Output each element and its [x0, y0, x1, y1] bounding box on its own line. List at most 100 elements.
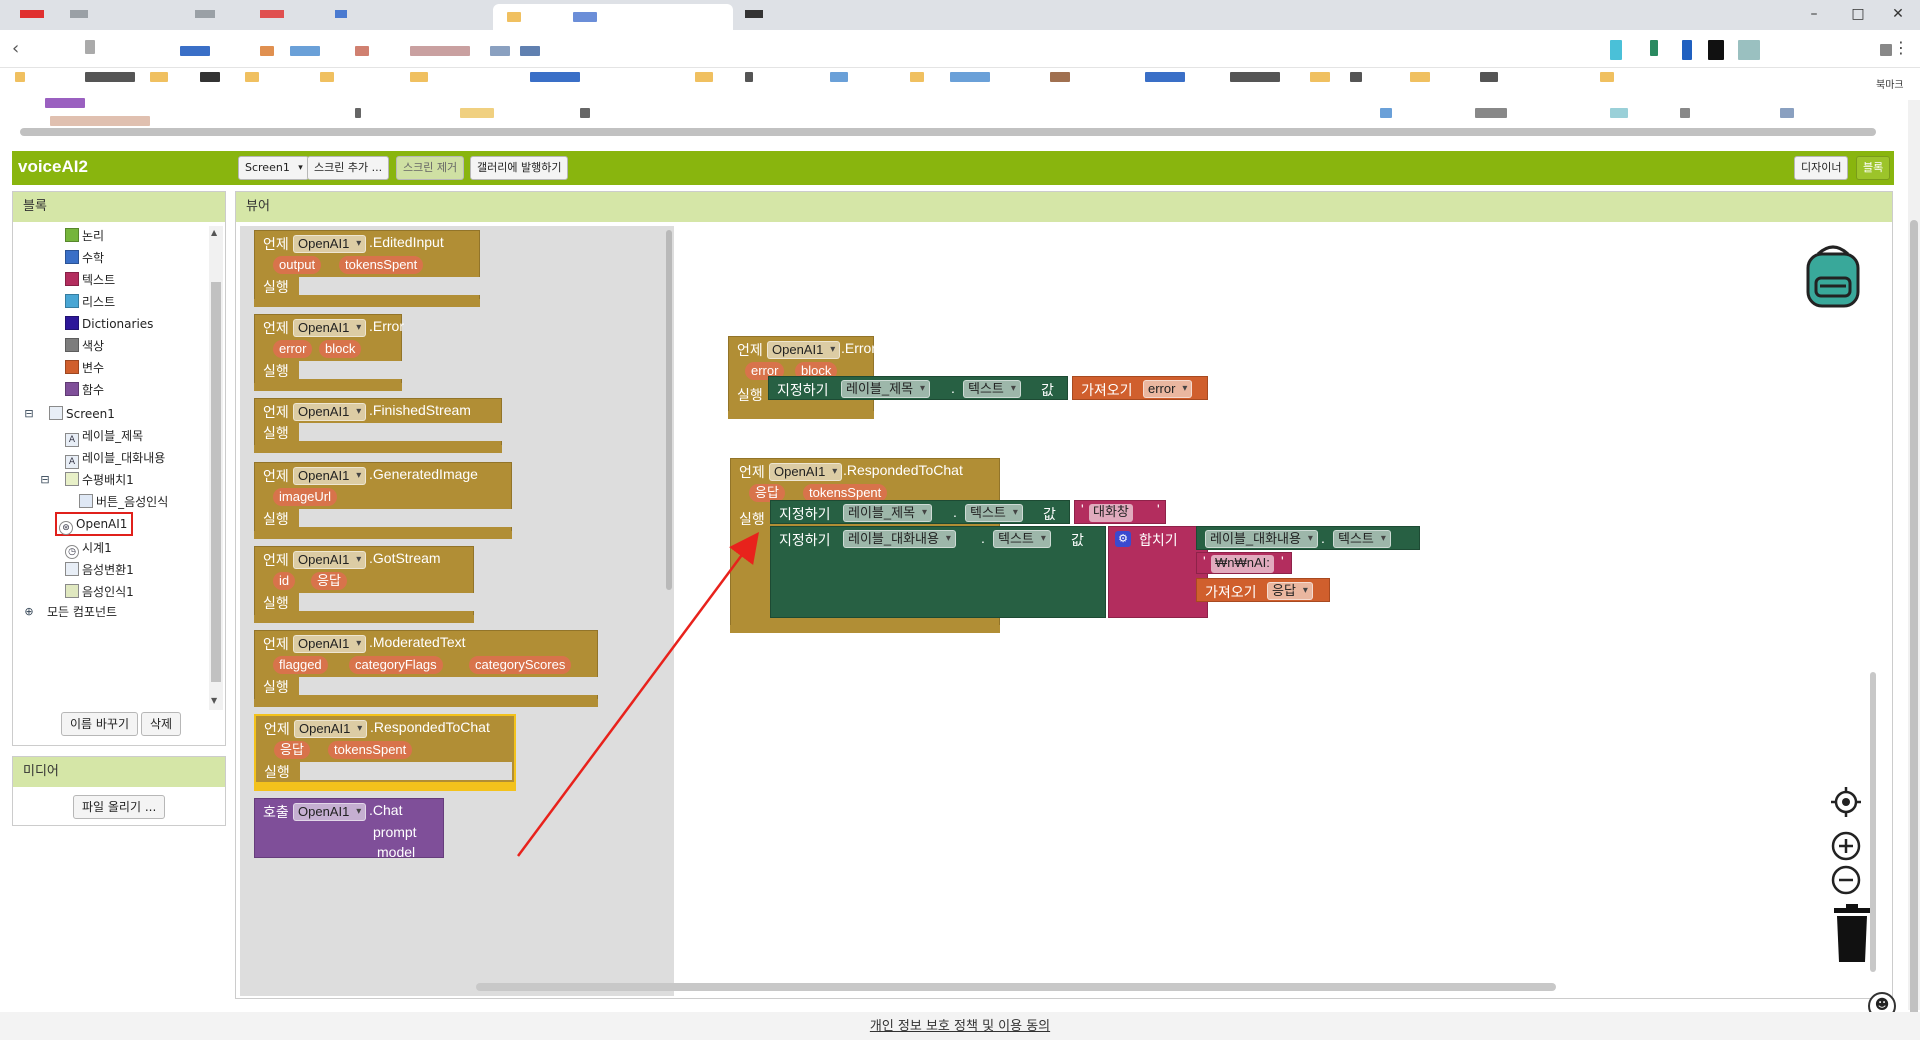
- drawer-math[interactable]: 수학: [65, 248, 104, 268]
- join-block[interactable]: ⚙ 합치기: [1108, 526, 1208, 618]
- drawer-dictionaries[interactable]: Dictionaries: [65, 314, 153, 334]
- get-error-block[interactable]: 가져오기 error: [1072, 376, 1208, 400]
- recenter-icon[interactable]: [1830, 786, 1862, 818]
- param-chip[interactable]: flagged: [273, 656, 328, 674]
- drawer-procedures[interactable]: 함수: [65, 380, 104, 400]
- component-dropdown[interactable]: OpenAI1: [293, 467, 367, 485]
- gear-icon[interactable]: ⚙: [1115, 531, 1131, 547]
- property-dropdown[interactable]: 텍스트: [1333, 530, 1391, 548]
- workspace-error-event-block[interactable]: 언제 OpenAI1 .Error error block 실행: [728, 336, 876, 412]
- tree-hbox[interactable]: 수평배치1: [65, 470, 134, 490]
- browser-active-tab[interactable]: [493, 4, 733, 30]
- browser-tab[interactable]: [195, 10, 215, 18]
- tree-clock[interactable]: ◷ 시계1: [65, 538, 112, 559]
- workspace-vertical-scrollbar[interactable]: [1870, 672, 1876, 972]
- component-dropdown[interactable]: OpenAI1: [767, 341, 841, 359]
- component-dropdown[interactable]: 레이블_제목: [843, 504, 933, 522]
- more-icon[interactable]: ⋮: [1893, 38, 1909, 57]
- param-chip[interactable]: imageUrl: [273, 488, 338, 506]
- param-chip[interactable]: output: [273, 256, 322, 274]
- tree-label-title[interactable]: A 레이블_제목: [65, 426, 143, 447]
- remove-screen-button[interactable]: 스크린 제거: [396, 156, 465, 180]
- browser-tab[interactable]: [70, 10, 88, 18]
- extension-icon[interactable]: [1610, 40, 1622, 60]
- tree-scrollbar[interactable]: ▲ ▼: [209, 226, 223, 710]
- add-screen-button[interactable]: 스크린 추가 ...: [307, 156, 390, 180]
- extension-icon[interactable]: [1708, 40, 1724, 60]
- expand-toggle-icon[interactable]: ⊕: [23, 605, 35, 618]
- component-dropdown[interactable]: 레이블_대화내용: [1205, 530, 1318, 548]
- set-label-chat-block[interactable]: 지정하기 레이블_대화내용 . 텍스트 값: [770, 526, 1106, 618]
- param-chip[interactable]: categoryFlags: [349, 656, 443, 674]
- set-label-title-block[interactable]: 지정하기 레이블_제목 . 텍스트 값: [770, 500, 1070, 524]
- publish-gallery-button[interactable]: 갤러리에 발행하기: [470, 156, 569, 180]
- component-dropdown[interactable]: OpenAI1: [294, 720, 368, 738]
- set-label-title-block[interactable]: 지정하기 레이블_제목 . 텍스트 값: [768, 376, 1068, 400]
- tree-any-component[interactable]: 모든 컴포넌트: [47, 602, 117, 622]
- component-dropdown[interactable]: OpenAI1: [293, 403, 367, 421]
- param-chip[interactable]: id: [273, 572, 296, 590]
- property-dropdown[interactable]: 텍스트: [965, 504, 1023, 522]
- collapse-toggle-icon[interactable]: ⊟: [23, 407, 35, 420]
- page-vertical-scrollbar[interactable]: [1908, 100, 1920, 1040]
- tree-screen1[interactable]: Screen1: [49, 404, 115, 424]
- screen-select[interactable]: Screen1 ▾: [238, 156, 309, 180]
- tree-label-chat[interactable]: A 레이블_대화내용: [65, 448, 165, 469]
- workspace-horizontal-scrollbar[interactable]: [476, 983, 1556, 991]
- flyout-call-chat-block[interactable]: 호출 OpenAI1 .Chat prompt model: [254, 798, 444, 860]
- browser-tab[interactable]: [335, 10, 347, 18]
- backpack-icon[interactable]: [1798, 240, 1868, 310]
- browser-tab-favicon[interactable]: [20, 10, 44, 18]
- string-value[interactable]: ₩n₩nAI:: [1211, 555, 1274, 573]
- variable-dropdown[interactable]: 응답: [1267, 582, 1313, 600]
- component-dropdown[interactable]: OpenAI1: [293, 319, 367, 337]
- delete-button[interactable]: 삭제: [141, 712, 182, 736]
- flyout-event-block[interactable]: 언제 OpenAI1 .EditedInput output tokensSpe…: [254, 230, 481, 300]
- drawer-variables[interactable]: 변수: [65, 358, 104, 378]
- variable-dropdown[interactable]: error: [1143, 380, 1193, 398]
- param-chip[interactable]: 응답: [311, 572, 347, 590]
- drawer-logic[interactable]: 논리: [65, 226, 104, 246]
- flyout-event-block[interactable]: 언제 OpenAI1 .ModeratedText flagged catego…: [254, 630, 599, 700]
- drawer-text[interactable]: 텍스트: [65, 270, 115, 290]
- zoom-in-icon[interactable]: [1830, 830, 1862, 862]
- component-dropdown[interactable]: OpenAI1: [293, 803, 367, 821]
- flyout-event-block[interactable]: 언제 OpenAI1 .Error error block 실행: [254, 314, 404, 384]
- designer-button[interactable]: 디자이너: [1794, 156, 1849, 180]
- tree-openai-selected[interactable]: ⊛ OpenAI1: [55, 512, 134, 536]
- param-chip[interactable]: categoryScores: [469, 656, 572, 674]
- component-dropdown[interactable]: 레이블_대화내용: [843, 530, 956, 548]
- param-chip[interactable]: block: [319, 340, 362, 358]
- component-dropdown[interactable]: OpenAI1: [293, 635, 367, 653]
- minimize-icon[interactable]: –: [1804, 4, 1824, 24]
- tree-tts[interactable]: 음성변환1: [65, 560, 134, 580]
- zoom-out-icon[interactable]: [1830, 864, 1862, 896]
- label-chat-getter-block[interactable]: 레이블_대화내용 . 텍스트: [1196, 526, 1420, 550]
- bookmark-label[interactable]: 북마크: [1876, 76, 1904, 91]
- component-dropdown[interactable]: OpenAI1: [293, 551, 367, 569]
- drawer-colors[interactable]: 색상: [65, 336, 104, 356]
- component-dropdown[interactable]: OpenAI1: [769, 463, 843, 481]
- menu-icon[interactable]: [1880, 44, 1892, 56]
- privacy-policy-link[interactable]: 개인 정보 보호 정책 및 이용 동의: [870, 1019, 1050, 1034]
- scroll-down-icon[interactable]: ▼: [211, 696, 217, 705]
- extension-icon[interactable]: [1738, 40, 1760, 60]
- extension-icon[interactable]: [1682, 40, 1692, 60]
- drawer-lists[interactable]: 리스트: [65, 292, 115, 312]
- component-dropdown[interactable]: 레이블_제목: [841, 380, 931, 398]
- property-dropdown[interactable]: 텍스트: [993, 530, 1051, 548]
- flyout-event-block-selected[interactable]: 언제 OpenAI1 .RespondedToChat 응답 tokensSpe…: [254, 714, 516, 784]
- param-chip[interactable]: tokensSpent: [339, 256, 424, 274]
- scroll-up-icon[interactable]: ▲: [211, 228, 217, 237]
- maximize-icon[interactable]: □: [1848, 4, 1868, 24]
- string-value[interactable]: 대화창: [1089, 504, 1133, 522]
- text-string-block[interactable]: ' 대화창 ': [1074, 500, 1166, 524]
- collapse-toggle-icon[interactable]: ⊟: [39, 473, 51, 486]
- close-icon[interactable]: ✕: [1888, 4, 1908, 24]
- trash-icon[interactable]: [1832, 904, 1872, 964]
- flyout-event-block[interactable]: 언제 OpenAI1 .GotStream id 응답 실행: [254, 546, 475, 616]
- tree-stt[interactable]: 음성인식1: [65, 582, 134, 602]
- page-horizontal-scrollbar[interactable]: [20, 128, 1876, 136]
- back-icon[interactable]: ‹: [12, 38, 19, 59]
- param-chip[interactable]: tokensSpent: [328, 741, 413, 759]
